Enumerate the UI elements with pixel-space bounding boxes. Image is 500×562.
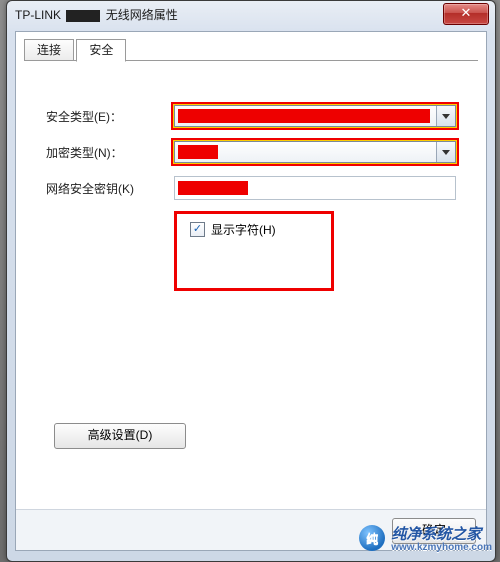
form: 安全类型(E)： 加密类型(N)： <box>46 101 456 209</box>
show-characters-checkbox[interactable]: ✓ 显示字符(H) <box>190 221 276 238</box>
dropdown-button[interactable] <box>436 106 455 126</box>
title-redacted <box>66 10 100 22</box>
dialog-footer: 确定 <box>16 509 486 550</box>
label-encryption-type: 加密类型(N)： <box>46 144 174 161</box>
redacted-value <box>178 145 218 159</box>
titlebar[interactable]: TP-LINK 无线网络属性 ✕ <box>7 1 495 29</box>
security-panel: 安全类型(E)： 加密类型(N)： <box>24 61 478 506</box>
row-encryption-type: 加密类型(N)： <box>46 137 456 167</box>
ok-button[interactable]: 确定 <box>392 518 476 544</box>
chevron-down-icon <box>442 150 450 155</box>
tab-connection[interactable]: 连接 <box>24 39 74 62</box>
title-suffix: 无线网络属性 <box>106 8 178 22</box>
check-icon: ✓ <box>193 224 202 235</box>
redacted-value <box>178 181 248 195</box>
tab-security[interactable]: 安全 <box>76 39 126 62</box>
close-icon: ✕ <box>461 5 472 20</box>
client-area: 连接 安全 安全类型(E)： <box>15 31 487 551</box>
close-button[interactable]: ✕ <box>443 3 489 25</box>
chevron-down-icon <box>442 114 450 119</box>
redacted-value <box>178 109 430 123</box>
label-network-key: 网络安全密钥(K) <box>46 180 174 197</box>
dialog-window: TP-LINK 无线网络属性 ✕ 连接 安全 安全类型(E)： <box>6 0 496 562</box>
advanced-settings-button[interactable]: 高级设置(D) <box>54 423 186 449</box>
tab-strip: 连接 安全 <box>24 38 125 60</box>
security-type-combo[interactable] <box>174 105 456 127</box>
row-network-key: 网络安全密钥(K) <box>46 173 456 203</box>
checkbox-label: 显示字符(H) <box>211 221 276 238</box>
show-characters-group: ✓ 显示字符(H) <box>174 211 334 291</box>
title-prefix: TP-LINK <box>15 8 61 22</box>
row-security-type: 安全类型(E)： <box>46 101 456 131</box>
encryption-type-combo[interactable] <box>174 141 456 163</box>
dropdown-button[interactable] <box>436 142 455 162</box>
checkbox-box: ✓ <box>190 222 205 237</box>
label-security-type: 安全类型(E)： <box>46 108 174 125</box>
network-key-input[interactable] <box>174 176 456 200</box>
